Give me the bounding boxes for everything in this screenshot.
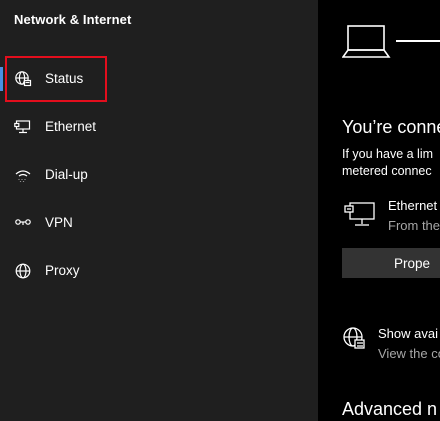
sidebar-title: Network & Internet: [14, 12, 132, 27]
sidebar-item-label: Status: [45, 71, 84, 86]
connection-line: [396, 40, 440, 42]
main-content: You’re conne If you have a lim metered c…: [318, 0, 440, 421]
active-indicator: [0, 67, 3, 91]
ethernet-adapter-icon: [344, 200, 376, 228]
sidebar-item-vpn[interactable]: VPN: [0, 203, 318, 243]
status-desc-line: If you have a lim: [342, 147, 434, 161]
show-available-networks-subtext: View the co: [378, 346, 440, 361]
sidebar-item-dial-up[interactable]: Dial-up: [0, 155, 318, 195]
globe-icon: [342, 326, 366, 350]
show-available-networks-link[interactable]: Show avai: [378, 326, 438, 341]
globe-status-icon: [14, 70, 32, 88]
sidebar: Network & Internet Status Ethernet Dial-…: [0, 0, 318, 421]
advanced-settings-heading: Advanced n: [342, 399, 438, 419]
ethernet-adapter-subtext: From the: [388, 218, 440, 233]
sidebar-item-label: Proxy: [45, 263, 80, 278]
globe-icon: [14, 262, 32, 280]
status-desc-line: metered connec: [342, 164, 432, 178]
properties-button[interactable]: Prope: [342, 248, 440, 278]
vpn-icon: [14, 214, 32, 232]
connection-status-heading: You’re conne: [342, 117, 440, 137]
sidebar-item-label: Dial-up: [45, 167, 88, 182]
sidebar-item-proxy[interactable]: Proxy: [0, 251, 318, 291]
sidebar-item-ethernet[interactable]: Ethernet: [0, 107, 318, 147]
settings-window: Network & Internet Status Ethernet Dial-…: [0, 0, 440, 421]
connection-status-description: If you have a lim metered connec: [342, 146, 433, 180]
dial-up-icon: [14, 166, 32, 184]
sidebar-item-label: Ethernet: [45, 119, 97, 134]
sidebar-item-status[interactable]: Status: [0, 59, 318, 99]
laptop-icon: [341, 22, 392, 62]
sidebar-item-label: VPN: [45, 215, 73, 230]
ethernet-adapter-name: Ethernet: [388, 198, 438, 213]
ethernet-icon: [14, 118, 32, 136]
